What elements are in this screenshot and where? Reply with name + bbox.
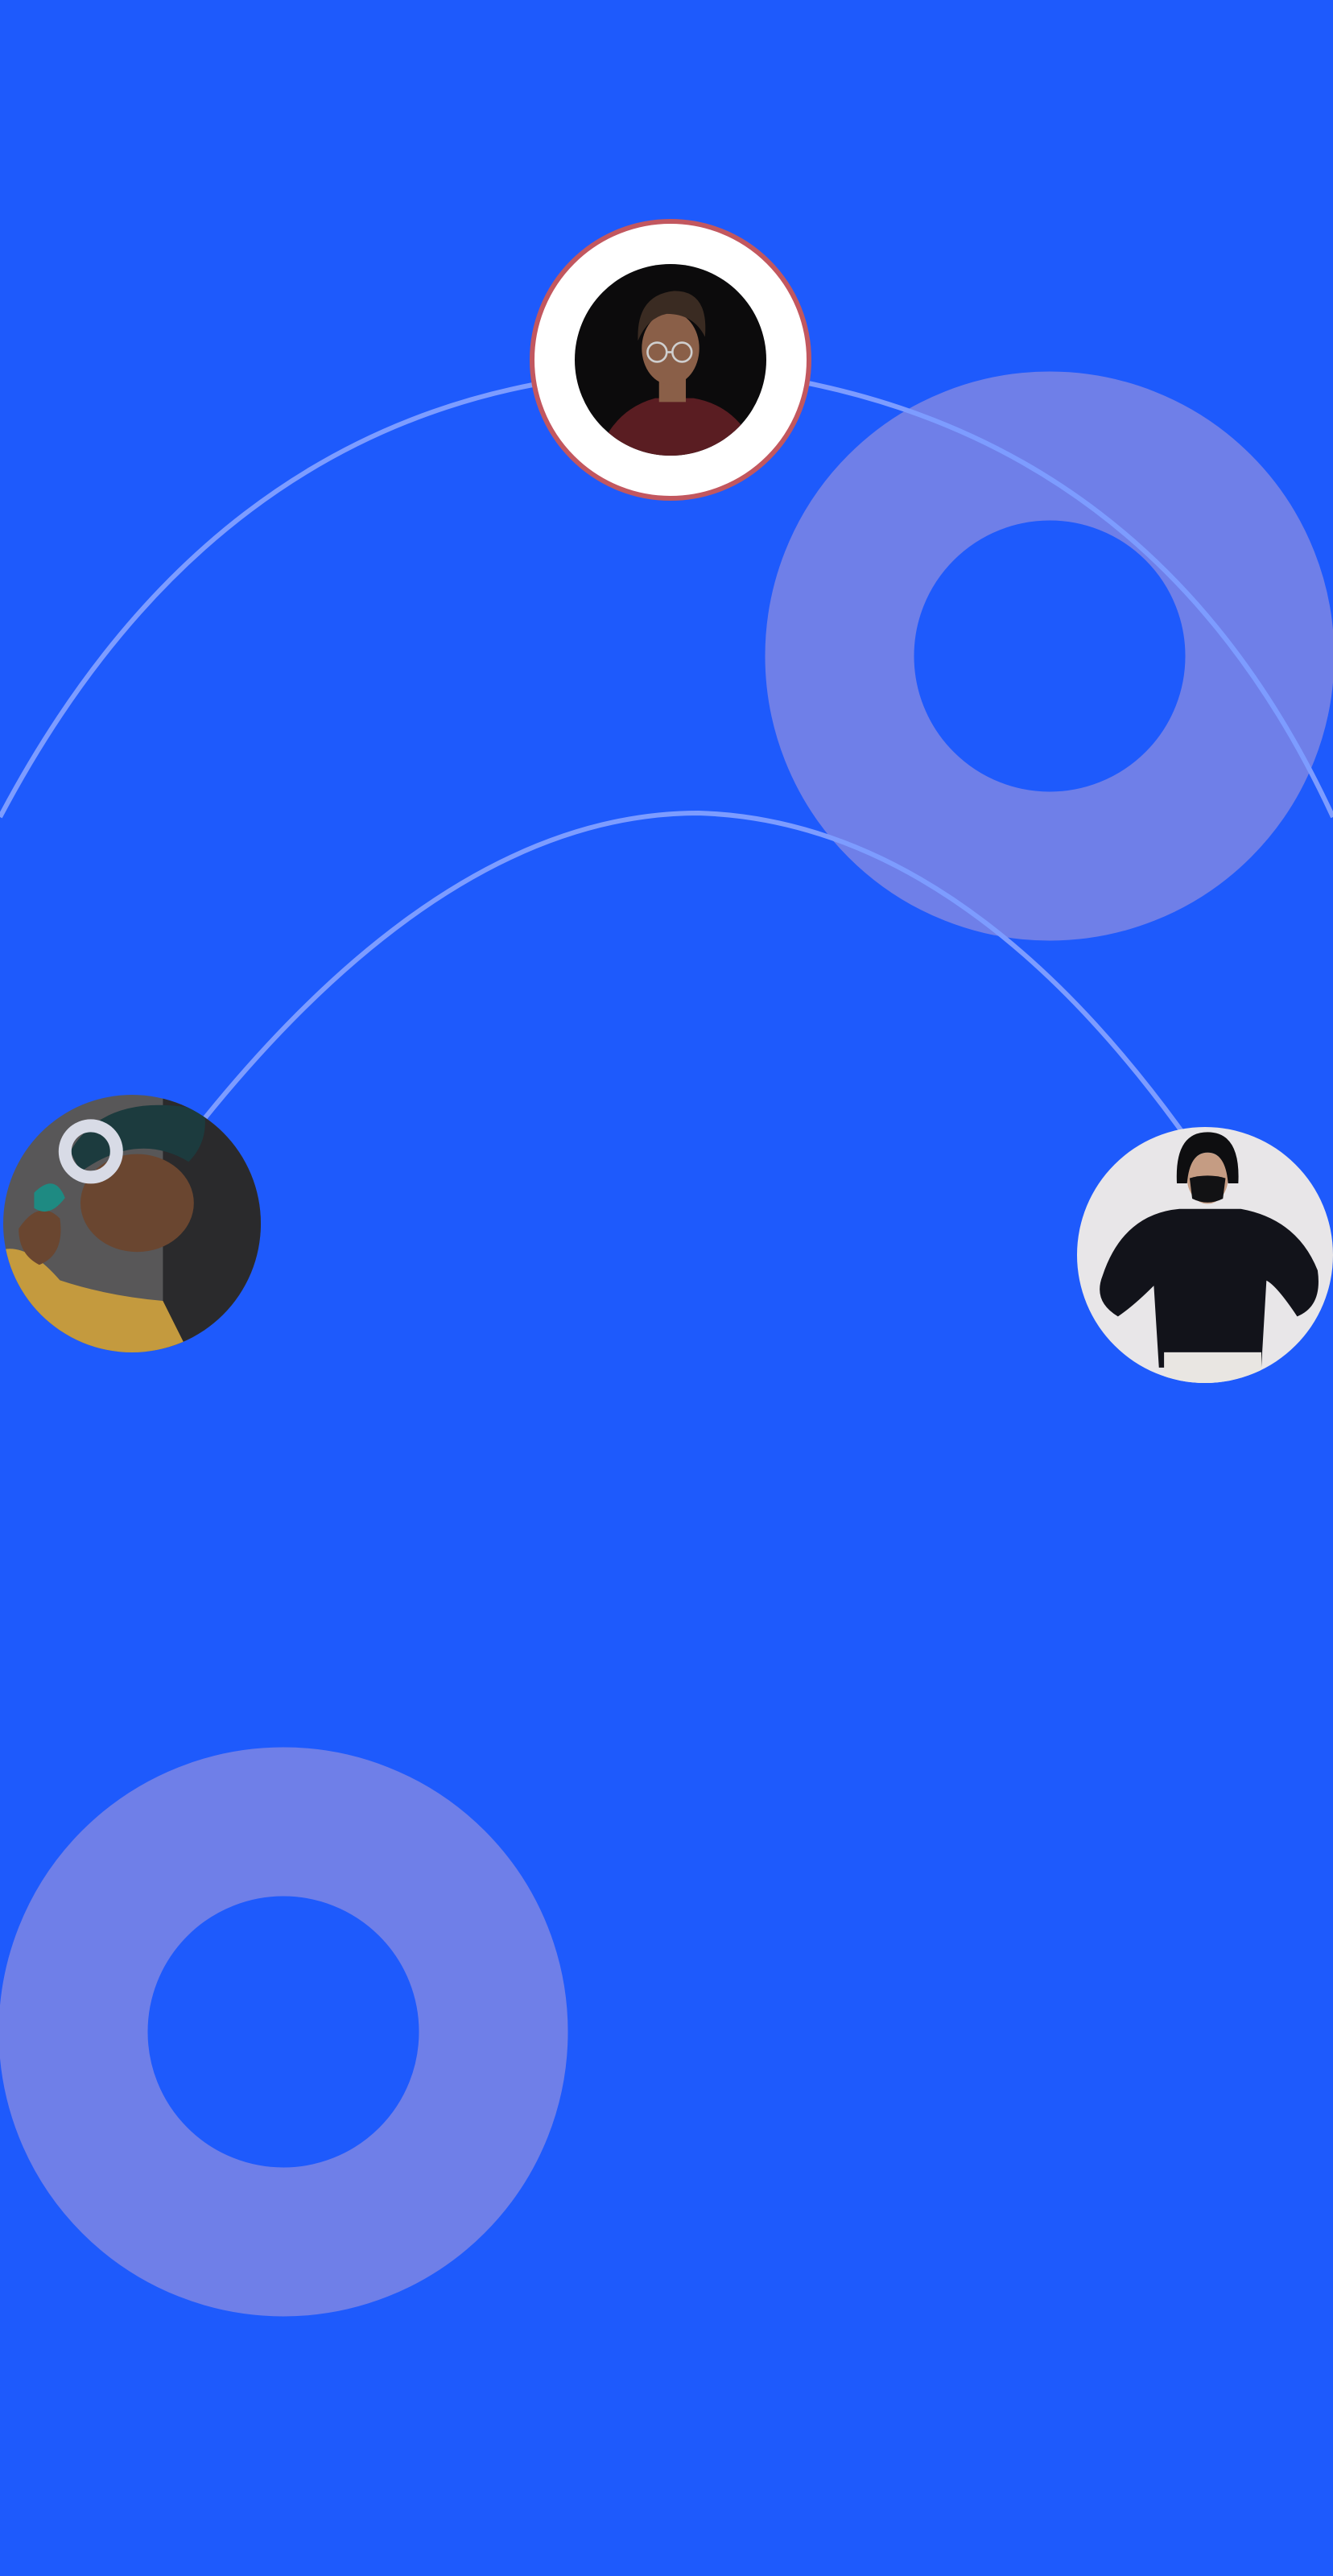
person-with-headphones-avatar-icon[interactable] xyxy=(3,1095,261,1352)
right-avatar-portrait xyxy=(1077,1127,1333,1383)
person-with-glasses-avatar-icon[interactable] xyxy=(575,264,766,456)
featured-avatar-portrait xyxy=(575,264,766,456)
left-avatar-portrait xyxy=(3,1095,261,1352)
featured-avatar-ring xyxy=(530,219,811,501)
network-illustration-canvas xyxy=(0,0,1333,2576)
person-with-face-mask-avatar-icon[interactable] xyxy=(1077,1127,1333,1383)
